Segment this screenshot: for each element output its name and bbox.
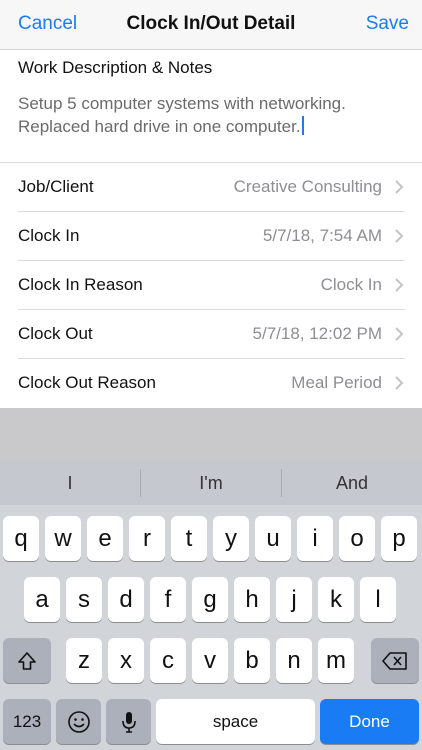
key-l[interactable]: l <box>360 577 396 622</box>
delete-icon <box>382 651 407 670</box>
key-e[interactable]: e <box>87 516 123 561</box>
row-clock-out-reason[interactable]: Clock Out Reason Meal Period <box>0 359 422 408</box>
notes-section: Work Description & Notes Setup 5 compute… <box>0 51 422 163</box>
key-v[interactable]: v <box>192 638 228 683</box>
prediction-2[interactable]: I'm <box>141 461 281 505</box>
key-i[interactable]: i <box>297 516 333 561</box>
emoji-icon <box>67 710 90 733</box>
key-k[interactable]: k <box>318 577 354 622</box>
row-clock-in[interactable]: Clock In 5/7/18, 7:54 AM <box>0 212 422 261</box>
row-label: Clock Out Reason <box>18 373 156 392</box>
chevron-right-icon <box>395 327 404 341</box>
shift-icon <box>18 651 36 670</box>
delete-key[interactable] <box>371 638 419 683</box>
key-c[interactable]: c <box>150 638 186 683</box>
keyboard: I I'm And q w e r t y u i o p a s d f g … <box>0 461 422 750</box>
chevron-right-icon <box>395 278 404 292</box>
row-label: Clock In <box>18 226 80 245</box>
row-label: Clock Out <box>18 324 93 343</box>
text-cursor <box>301 116 304 135</box>
key-h[interactable]: h <box>234 577 270 622</box>
space-key[interactable]: space <box>156 699 315 744</box>
key-j[interactable]: j <box>276 577 312 622</box>
row-value: Creative Consulting <box>233 177 382 196</box>
key-g[interactable]: g <box>192 577 228 622</box>
row-value: 5/7/18, 7:54 AM <box>262 226 382 245</box>
row-clock-in-reason[interactable]: Clock In Reason Clock In <box>0 261 422 310</box>
notes-line-2: Replaced hard drive in one computer. <box>18 117 301 136</box>
row-label: Clock In Reason <box>18 275 143 294</box>
key-x[interactable]: x <box>108 638 144 683</box>
key-w[interactable]: w <box>45 516 81 561</box>
chevron-right-icon <box>395 180 404 194</box>
done-key[interactable]: Done <box>320 699 419 744</box>
key-p[interactable]: p <box>381 516 417 561</box>
chevron-right-icon <box>395 229 404 243</box>
notes-textarea[interactable]: Setup 5 computer systems with networking… <box>18 92 408 138</box>
detail-list: Job/Client Creative Consulting Clock In … <box>0 162 422 408</box>
row-clock-out[interactable]: Clock Out 5/7/18, 12:02 PM <box>0 310 422 359</box>
microphone-icon <box>121 711 136 733</box>
key-o[interactable]: o <box>339 516 375 561</box>
row-label: Job/Client <box>18 177 94 196</box>
notes-line-1: Setup 5 computer systems with networking… <box>18 94 346 113</box>
predictive-bar: I I'm And <box>0 461 422 505</box>
chevron-right-icon <box>395 376 404 390</box>
nav-bar: Cancel Clock In/Out Detail Save <box>0 0 422 50</box>
notes-title: Work Description & Notes <box>18 58 213 77</box>
row-value: Meal Period <box>291 373 382 392</box>
row-job-client[interactable]: Job/Client Creative Consulting <box>0 163 422 212</box>
key-n[interactable]: n <box>276 638 312 683</box>
key-f[interactable]: f <box>150 577 186 622</box>
notes-line-2-wrap: Replaced hard drive in one computer. <box>18 115 408 138</box>
numbers-key[interactable]: 123 <box>3 699 51 744</box>
emoji-key[interactable] <box>56 699 101 744</box>
key-z[interactable]: z <box>66 638 102 683</box>
key-q[interactable]: q <box>3 516 39 561</box>
key-a[interactable]: a <box>24 577 60 622</box>
save-button[interactable]: Save <box>366 13 409 35</box>
prediction-1[interactable]: I <box>0 461 140 505</box>
key-s[interactable]: s <box>66 577 102 622</box>
key-b[interactable]: b <box>234 638 270 683</box>
key-d[interactable]: d <box>108 577 144 622</box>
row-value: 5/7/18, 12:02 PM <box>252 324 382 343</box>
prediction-3[interactable]: And <box>282 461 422 505</box>
shift-key[interactable] <box>3 638 51 683</box>
row-value: Clock In <box>320 275 382 294</box>
background-area <box>0 408 422 461</box>
key-y[interactable]: y <box>213 516 249 561</box>
key-r[interactable]: r <box>129 516 165 561</box>
key-u[interactable]: u <box>255 516 291 561</box>
dictation-key[interactable] <box>106 699 151 744</box>
page-title: Clock In/Out Detail <box>126 13 296 34</box>
key-t[interactable]: t <box>171 516 207 561</box>
key-m[interactable]: m <box>318 638 354 683</box>
